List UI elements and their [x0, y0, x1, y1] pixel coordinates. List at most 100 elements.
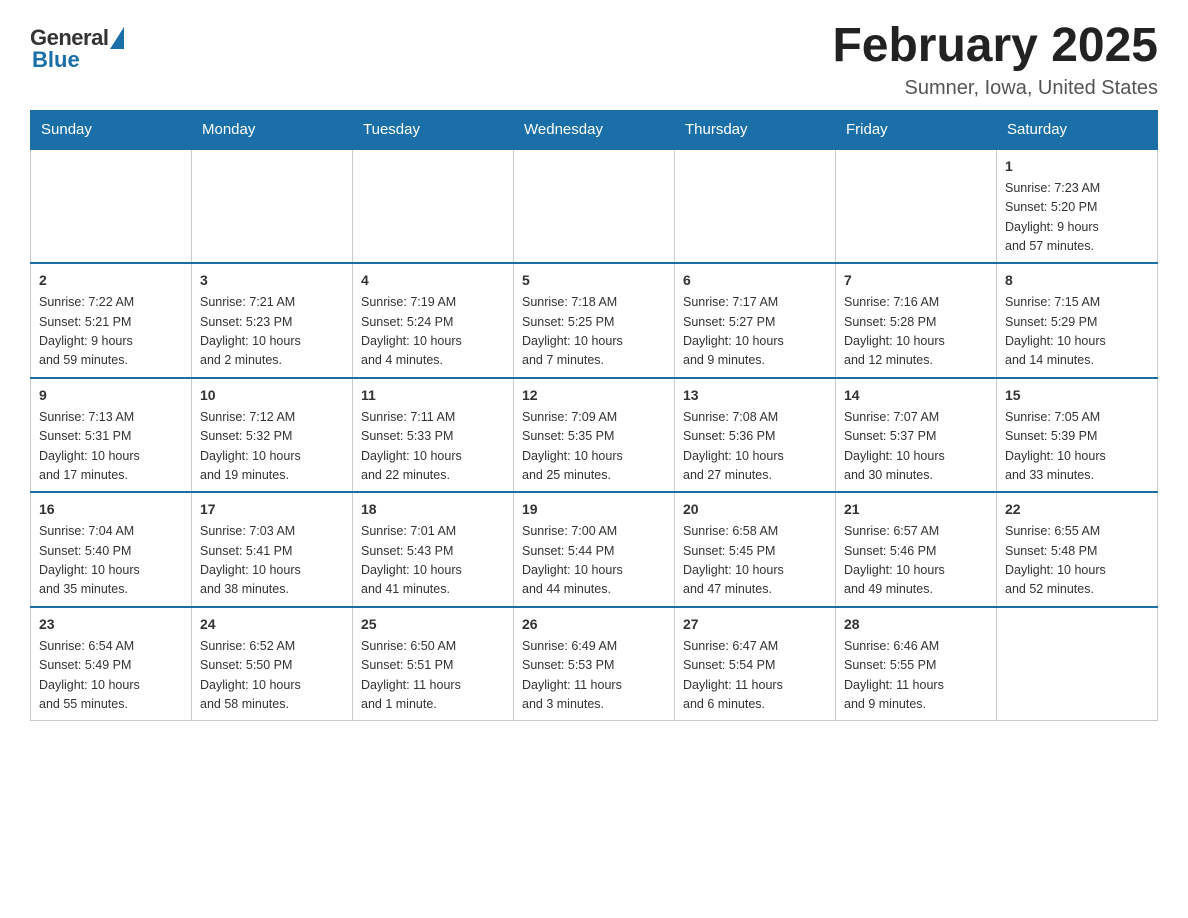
day-number: 17	[200, 499, 344, 520]
day-number: 8	[1005, 270, 1149, 291]
calendar-cell: 11Sunrise: 7:11 AMSunset: 5:33 PMDayligh…	[353, 378, 514, 493]
weekday-header-thursday: Thursday	[675, 110, 836, 149]
day-info: Sunrise: 7:23 AMSunset: 5:20 PMDaylight:…	[1005, 179, 1149, 257]
calendar-table: SundayMondayTuesdayWednesdayThursdayFrid…	[30, 110, 1158, 722]
day-number: 4	[361, 270, 505, 291]
day-info: Sunrise: 7:15 AMSunset: 5:29 PMDaylight:…	[1005, 293, 1149, 371]
day-info: Sunrise: 7:18 AMSunset: 5:25 PMDaylight:…	[522, 293, 666, 371]
calendar-cell	[675, 149, 836, 264]
day-number: 27	[683, 614, 827, 635]
day-number: 19	[522, 499, 666, 520]
day-number: 21	[844, 499, 988, 520]
calendar-week-row: 2Sunrise: 7:22 AMSunset: 5:21 PMDaylight…	[31, 263, 1158, 378]
day-info: Sunrise: 7:22 AMSunset: 5:21 PMDaylight:…	[39, 293, 183, 371]
day-number: 2	[39, 270, 183, 291]
calendar-week-row: 9Sunrise: 7:13 AMSunset: 5:31 PMDaylight…	[31, 378, 1158, 493]
calendar-cell: 18Sunrise: 7:01 AMSunset: 5:43 PMDayligh…	[353, 492, 514, 607]
calendar-cell: 9Sunrise: 7:13 AMSunset: 5:31 PMDaylight…	[31, 378, 192, 493]
calendar-cell	[997, 607, 1158, 721]
weekday-header-tuesday: Tuesday	[353, 110, 514, 149]
day-info: Sunrise: 6:49 AMSunset: 5:53 PMDaylight:…	[522, 637, 666, 715]
day-number: 12	[522, 385, 666, 406]
day-info: Sunrise: 7:13 AMSunset: 5:31 PMDaylight:…	[39, 408, 183, 486]
day-number: 3	[200, 270, 344, 291]
calendar-cell: 26Sunrise: 6:49 AMSunset: 5:53 PMDayligh…	[514, 607, 675, 721]
weekday-header-wednesday: Wednesday	[514, 110, 675, 149]
day-number: 13	[683, 385, 827, 406]
day-number: 1	[1005, 156, 1149, 177]
day-number: 24	[200, 614, 344, 635]
logo-triangle-icon	[110, 27, 124, 49]
day-number: 23	[39, 614, 183, 635]
day-info: Sunrise: 6:46 AMSunset: 5:55 PMDaylight:…	[844, 637, 988, 715]
calendar-cell	[514, 149, 675, 264]
day-info: Sunrise: 6:58 AMSunset: 5:45 PMDaylight:…	[683, 522, 827, 600]
day-info: Sunrise: 7:03 AMSunset: 5:41 PMDaylight:…	[200, 522, 344, 600]
calendar-cell	[353, 149, 514, 264]
day-info: Sunrise: 6:57 AMSunset: 5:46 PMDaylight:…	[844, 522, 988, 600]
day-number: 11	[361, 385, 505, 406]
calendar-week-row: 16Sunrise: 7:04 AMSunset: 5:40 PMDayligh…	[31, 492, 1158, 607]
calendar-cell: 19Sunrise: 7:00 AMSunset: 5:44 PMDayligh…	[514, 492, 675, 607]
calendar-cell: 23Sunrise: 6:54 AMSunset: 5:49 PMDayligh…	[31, 607, 192, 721]
calendar-cell	[836, 149, 997, 264]
calendar-cell: 2Sunrise: 7:22 AMSunset: 5:21 PMDaylight…	[31, 263, 192, 378]
day-info: Sunrise: 7:11 AMSunset: 5:33 PMDaylight:…	[361, 408, 505, 486]
day-number: 15	[1005, 385, 1149, 406]
calendar-cell: 3Sunrise: 7:21 AMSunset: 5:23 PMDaylight…	[192, 263, 353, 378]
day-info: Sunrise: 6:54 AMSunset: 5:49 PMDaylight:…	[39, 637, 183, 715]
calendar-cell: 5Sunrise: 7:18 AMSunset: 5:25 PMDaylight…	[514, 263, 675, 378]
calendar-cell	[192, 149, 353, 264]
day-info: Sunrise: 7:08 AMSunset: 5:36 PMDaylight:…	[683, 408, 827, 486]
day-number: 6	[683, 270, 827, 291]
calendar-cell: 1Sunrise: 7:23 AMSunset: 5:20 PMDaylight…	[997, 149, 1158, 264]
calendar-cell	[31, 149, 192, 264]
calendar-cell: 22Sunrise: 6:55 AMSunset: 5:48 PMDayligh…	[997, 492, 1158, 607]
month-title: February 2025	[832, 20, 1158, 73]
day-info: Sunrise: 7:09 AMSunset: 5:35 PMDaylight:…	[522, 408, 666, 486]
calendar-cell: 17Sunrise: 7:03 AMSunset: 5:41 PMDayligh…	[192, 492, 353, 607]
day-info: Sunrise: 6:52 AMSunset: 5:50 PMDaylight:…	[200, 637, 344, 715]
calendar-cell: 21Sunrise: 6:57 AMSunset: 5:46 PMDayligh…	[836, 492, 997, 607]
calendar-cell: 4Sunrise: 7:19 AMSunset: 5:24 PMDaylight…	[353, 263, 514, 378]
calendar-week-row: 1Sunrise: 7:23 AMSunset: 5:20 PMDaylight…	[31, 149, 1158, 264]
location-title: Sumner, Iowa, United States	[832, 77, 1158, 100]
weekday-header-friday: Friday	[836, 110, 997, 149]
day-number: 16	[39, 499, 183, 520]
weekday-header-monday: Monday	[192, 110, 353, 149]
calendar-cell: 16Sunrise: 7:04 AMSunset: 5:40 PMDayligh…	[31, 492, 192, 607]
day-info: Sunrise: 7:12 AMSunset: 5:32 PMDaylight:…	[200, 408, 344, 486]
day-info: Sunrise: 7:05 AMSunset: 5:39 PMDaylight:…	[1005, 408, 1149, 486]
calendar-cell: 20Sunrise: 6:58 AMSunset: 5:45 PMDayligh…	[675, 492, 836, 607]
page-header: General Blue February 2025 Sumner, Iowa,…	[30, 20, 1158, 100]
calendar-cell: 25Sunrise: 6:50 AMSunset: 5:51 PMDayligh…	[353, 607, 514, 721]
day-info: Sunrise: 7:19 AMSunset: 5:24 PMDaylight:…	[361, 293, 505, 371]
calendar-cell: 6Sunrise: 7:17 AMSunset: 5:27 PMDaylight…	[675, 263, 836, 378]
day-info: Sunrise: 7:01 AMSunset: 5:43 PMDaylight:…	[361, 522, 505, 600]
day-number: 9	[39, 385, 183, 406]
calendar-cell: 28Sunrise: 6:46 AMSunset: 5:55 PMDayligh…	[836, 607, 997, 721]
calendar-cell: 15Sunrise: 7:05 AMSunset: 5:39 PMDayligh…	[997, 378, 1158, 493]
logo-blue-text: Blue	[32, 47, 80, 73]
calendar-cell: 12Sunrise: 7:09 AMSunset: 5:35 PMDayligh…	[514, 378, 675, 493]
day-info: Sunrise: 6:47 AMSunset: 5:54 PMDaylight:…	[683, 637, 827, 715]
day-info: Sunrise: 7:07 AMSunset: 5:37 PMDaylight:…	[844, 408, 988, 486]
day-number: 7	[844, 270, 988, 291]
day-info: Sunrise: 7:04 AMSunset: 5:40 PMDaylight:…	[39, 522, 183, 600]
day-number: 22	[1005, 499, 1149, 520]
calendar-week-row: 23Sunrise: 6:54 AMSunset: 5:49 PMDayligh…	[31, 607, 1158, 721]
title-block: February 2025 Sumner, Iowa, United State…	[832, 20, 1158, 100]
day-info: Sunrise: 7:00 AMSunset: 5:44 PMDaylight:…	[522, 522, 666, 600]
day-number: 14	[844, 385, 988, 406]
calendar-cell: 10Sunrise: 7:12 AMSunset: 5:32 PMDayligh…	[192, 378, 353, 493]
day-number: 18	[361, 499, 505, 520]
logo: General Blue	[30, 20, 124, 73]
day-number: 26	[522, 614, 666, 635]
day-number: 28	[844, 614, 988, 635]
day-number: 25	[361, 614, 505, 635]
weekday-header-saturday: Saturday	[997, 110, 1158, 149]
day-info: Sunrise: 7:16 AMSunset: 5:28 PMDaylight:…	[844, 293, 988, 371]
day-info: Sunrise: 7:17 AMSunset: 5:27 PMDaylight:…	[683, 293, 827, 371]
weekday-header-sunday: Sunday	[31, 110, 192, 149]
calendar-cell: 24Sunrise: 6:52 AMSunset: 5:50 PMDayligh…	[192, 607, 353, 721]
